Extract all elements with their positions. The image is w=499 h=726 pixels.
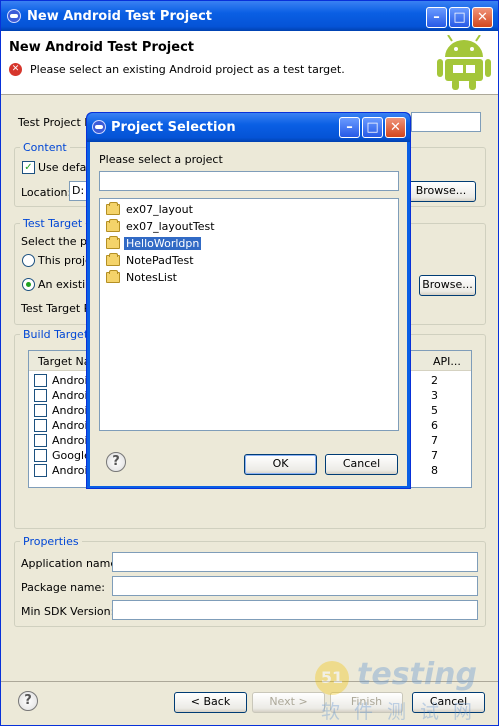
project-folder-icon (106, 219, 120, 232)
dialog-cancel-button[interactable]: Cancel (325, 454, 398, 475)
row-checkbox[interactable] (34, 419, 47, 432)
project-folder-icon (106, 253, 120, 266)
dialog-body: Please select a project ex07_layout ex07… (90, 142, 407, 486)
eclipse-icon (92, 120, 106, 134)
row-checkbox[interactable] (34, 374, 47, 387)
banner-title: New Android Test Project (9, 40, 194, 55)
list-item[interactable]: NotesList (106, 270, 177, 286)
dialog-titlebar[interactable]: Project Selection – □ ✕ (87, 113, 410, 142)
test-target-project-label: Test Target P (21, 302, 91, 315)
build-target-legend: Build Target (20, 328, 92, 341)
list-item[interactable]: ex07_layout (106, 202, 193, 218)
window-titlebar[interactable]: New Android Test Project – □ ✕ (1, 1, 498, 31)
wizard-banner: New Android Test Project ✕ Please select… (1, 31, 498, 95)
row-checkbox[interactable] (34, 389, 47, 402)
project-filter-input[interactable] (99, 171, 399, 191)
column-api[interactable]: API... (433, 355, 461, 368)
package-name-label: Package name: (21, 581, 105, 594)
android-logo-icon (437, 35, 491, 90)
watermark-brand: testing (357, 657, 477, 692)
row-api: 3 (431, 389, 438, 402)
row-api: 8 (431, 464, 438, 477)
banner-message: Please select an existing Android projec… (30, 63, 345, 76)
project-selection-dialog: Project Selection – □ ✕ Please select a … (86, 112, 411, 489)
watermark-logo: 51 testing 软件测试网 (313, 657, 493, 725)
row-checkbox[interactable] (34, 449, 47, 462)
project-folder-icon (106, 236, 120, 249)
project-name-input[interactable] (411, 112, 481, 132)
content-legend: Content (20, 141, 70, 154)
row-checkbox[interactable] (34, 464, 47, 477)
location-label: Location: (21, 186, 72, 199)
help-icon[interactable]: ? (18, 691, 38, 711)
row-checkbox[interactable] (34, 404, 47, 417)
window-title: New Android Test Project (27, 9, 212, 24)
row-api: 6 (431, 419, 438, 432)
row-target-name: Google (52, 449, 91, 462)
close-button[interactable]: ✕ (472, 7, 493, 28)
row-checkbox[interactable] (34, 434, 47, 447)
dialog-prompt: Please select a project (99, 153, 223, 166)
package-name-input[interactable] (112, 576, 478, 596)
app-name-label: Application name: (21, 557, 121, 570)
project-folder-icon (106, 202, 120, 215)
min-sdk-input[interactable] (112, 600, 478, 620)
app-name-input[interactable] (112, 552, 478, 572)
project-name-label: Test Project N (18, 116, 93, 129)
list-item[interactable]: ex07_layoutTest (106, 219, 215, 235)
row-api: 5 (431, 404, 438, 417)
watermark-badge: 51 (315, 661, 349, 695)
minimize-button[interactable]: – (426, 7, 447, 28)
use-default-checkbox[interactable]: ✓ (22, 161, 35, 174)
back-button[interactable]: < Back (174, 692, 247, 713)
eclipse-icon (7, 9, 21, 23)
properties-legend: Properties (20, 535, 82, 548)
existing-project-radio[interactable] (22, 278, 35, 291)
list-item-selected[interactable]: HelloWorldpn (106, 236, 202, 252)
dialog-title: Project Selection (111, 120, 236, 135)
dialog-maximize-button[interactable]: □ (362, 117, 383, 138)
dialog-close-button[interactable]: ✕ (385, 117, 406, 138)
project-folder-icon (106, 270, 120, 283)
location-browse-button[interactable]: Browse... (406, 181, 476, 202)
row-api: 7 (431, 449, 438, 462)
maximize-button[interactable]: □ (449, 7, 470, 28)
dialog-help-icon[interactable]: ? (106, 452, 126, 472)
min-sdk-label: Min SDK Version: (21, 605, 115, 618)
list-item[interactable]: NotePadTest (106, 253, 194, 269)
target-browse-button[interactable]: Browse... (419, 275, 476, 296)
error-icon: ✕ (9, 63, 22, 76)
this-project-radio[interactable] (22, 254, 35, 267)
row-api: 2 (431, 374, 438, 387)
project-list[interactable]: ex07_layout ex07_layoutTest HelloWorldpn… (99, 198, 399, 431)
test-target-legend: Test Target (20, 217, 86, 230)
dialog-minimize-button[interactable]: – (339, 117, 360, 138)
row-api: 7 (431, 434, 438, 447)
ok-button[interactable]: OK (244, 454, 317, 475)
watermark-cn: 软件测试网 (321, 701, 487, 723)
